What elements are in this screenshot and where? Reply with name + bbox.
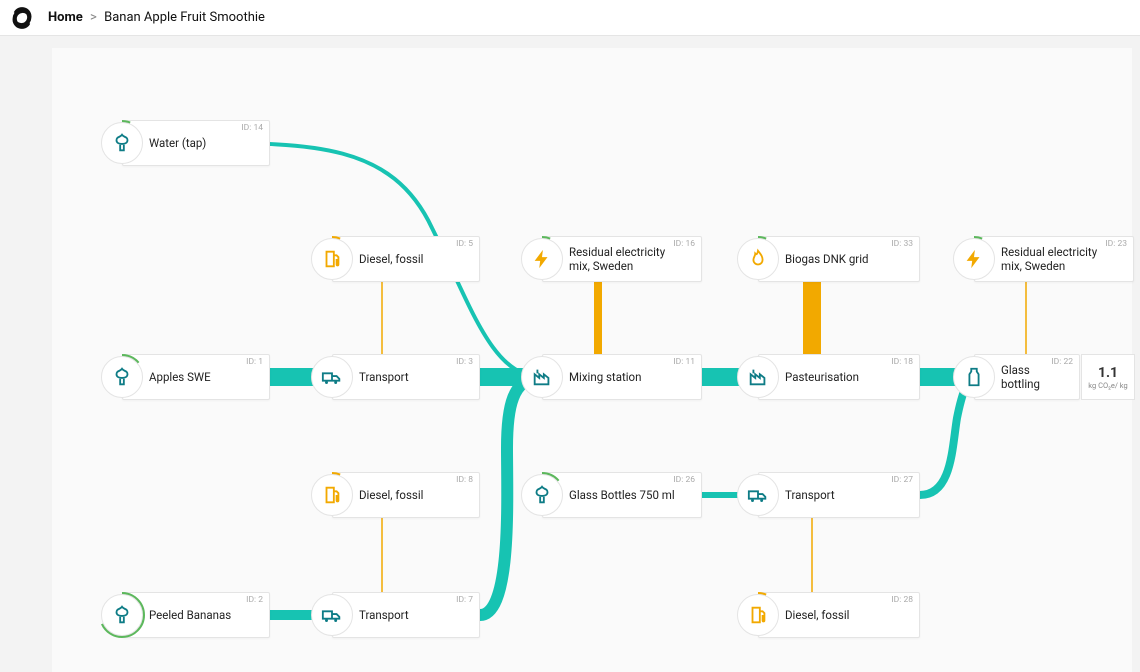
- breadcrumb: Home > Banan Apple Fruit Smoothie: [48, 10, 265, 25]
- bolt-icon: [521, 238, 563, 280]
- node-transport3[interactable]: Transport ID: 3: [332, 354, 480, 400]
- node-id-badge: ID: 7: [456, 595, 473, 605]
- node-diesel8[interactable]: Diesel, fossil ID: 8: [332, 472, 480, 518]
- truck-icon: [311, 594, 353, 636]
- plant-icon: [101, 594, 143, 636]
- node-id-badge: ID: 22: [1051, 357, 1073, 367]
- node-id-badge: ID: 8: [456, 475, 473, 485]
- node-id-badge: ID: 1: [246, 357, 263, 367]
- metric-unit: kg CO₂e/ kg: [1088, 381, 1127, 390]
- node-label: Apples SWE: [149, 370, 219, 384]
- node-id-badge: ID: 2: [246, 595, 263, 605]
- node-id-badge: ID: 3: [456, 357, 473, 367]
- node-label: Diesel, fossil: [785, 608, 857, 622]
- bottle-icon: [953, 356, 995, 398]
- node-id-badge: ID: 18: [891, 357, 913, 367]
- app-header: Home > Banan Apple Fruit Smoothie: [0, 0, 1140, 36]
- node-id-badge: ID: 26: [673, 475, 695, 485]
- node-bananas[interactable]: Peeled Bananas ID: 2: [122, 592, 270, 638]
- fuel-icon: [311, 474, 353, 516]
- node-transport7[interactable]: Transport ID: 7: [332, 592, 480, 638]
- node-id-badge: ID: 5: [456, 239, 473, 249]
- breadcrumb-home[interactable]: Home: [48, 10, 83, 25]
- metric-value: 1.1: [1098, 365, 1118, 381]
- node-diesel5[interactable]: Diesel, fossil ID: 5: [332, 236, 480, 282]
- fuel-icon: [737, 594, 779, 636]
- breadcrumb-current: Banan Apple Fruit Smoothie: [104, 10, 265, 25]
- emission-metric: 1.1 kg CO₂e/ kg: [1081, 354, 1135, 400]
- node-id-badge: ID: 11: [673, 357, 695, 367]
- plant-icon: [101, 122, 143, 164]
- node-pasteur[interactable]: Pasteurisation ID: 18: [758, 354, 920, 400]
- chevron-right-icon: >: [90, 10, 97, 25]
- factory-icon: [521, 356, 563, 398]
- truck-icon: [737, 474, 779, 516]
- node-label: Mixing station: [569, 370, 649, 384]
- node-water[interactable]: Water (tap) ID: 14: [122, 120, 270, 166]
- node-bottling[interactable]: Glass bottling ID: 22: [974, 354, 1080, 400]
- node-label: Transport: [359, 608, 417, 622]
- fuel-icon: [311, 238, 353, 280]
- node-label: Biogas DNK grid: [785, 252, 876, 266]
- truck-icon: [311, 356, 353, 398]
- node-label: Transport: [359, 370, 417, 384]
- node-elec23[interactable]: Residual electricity mix, Sweden ID: 23: [974, 236, 1134, 282]
- node-diesel28[interactable]: Diesel, fossil ID: 28: [758, 592, 920, 638]
- node-id-badge: ID: 23: [1105, 239, 1127, 249]
- node-id-badge: ID: 33: [891, 239, 913, 249]
- node-label: Diesel, fossil: [359, 252, 431, 266]
- flow-canvas[interactable]: Water (tap) ID: 14 Diesel, fossil ID: 5 …: [52, 48, 1132, 672]
- node-label: Pasteurisation: [785, 370, 867, 384]
- node-label: Diesel, fossil: [359, 488, 431, 502]
- factory-icon: [737, 356, 779, 398]
- node-label: Glass Bottles 750 ml: [569, 488, 683, 502]
- node-biogas[interactable]: Biogas DNK grid ID: 33: [758, 236, 920, 282]
- node-id-badge: ID: 28: [891, 595, 913, 605]
- node-mixing[interactable]: Mixing station ID: 11: [542, 354, 702, 400]
- node-transport27[interactable]: Transport ID: 27: [758, 472, 920, 518]
- node-id-badge: ID: 14: [241, 123, 263, 133]
- node-elec16[interactable]: Residual electricity mix, Sweden ID: 16: [542, 236, 702, 282]
- bolt-icon: [953, 238, 995, 280]
- node-label: Water (tap): [149, 136, 214, 150]
- plant-icon: [101, 356, 143, 398]
- flame-icon: [737, 238, 779, 280]
- app-logo-icon: [8, 4, 36, 32]
- plant-icon: [521, 474, 563, 516]
- node-label: Transport: [785, 488, 843, 502]
- node-apples[interactable]: Apples SWE ID: 1: [122, 354, 270, 400]
- node-label: Peeled Bananas: [149, 608, 239, 622]
- node-id-badge: ID: 27: [891, 475, 913, 485]
- node-bottles[interactable]: Glass Bottles 750 ml ID: 26: [542, 472, 702, 518]
- node-label: Residual electricity mix, Sweden: [569, 245, 689, 274]
- node-id-badge: ID: 16: [673, 239, 695, 249]
- node-label: Residual electricity mix, Sweden: [1001, 245, 1121, 274]
